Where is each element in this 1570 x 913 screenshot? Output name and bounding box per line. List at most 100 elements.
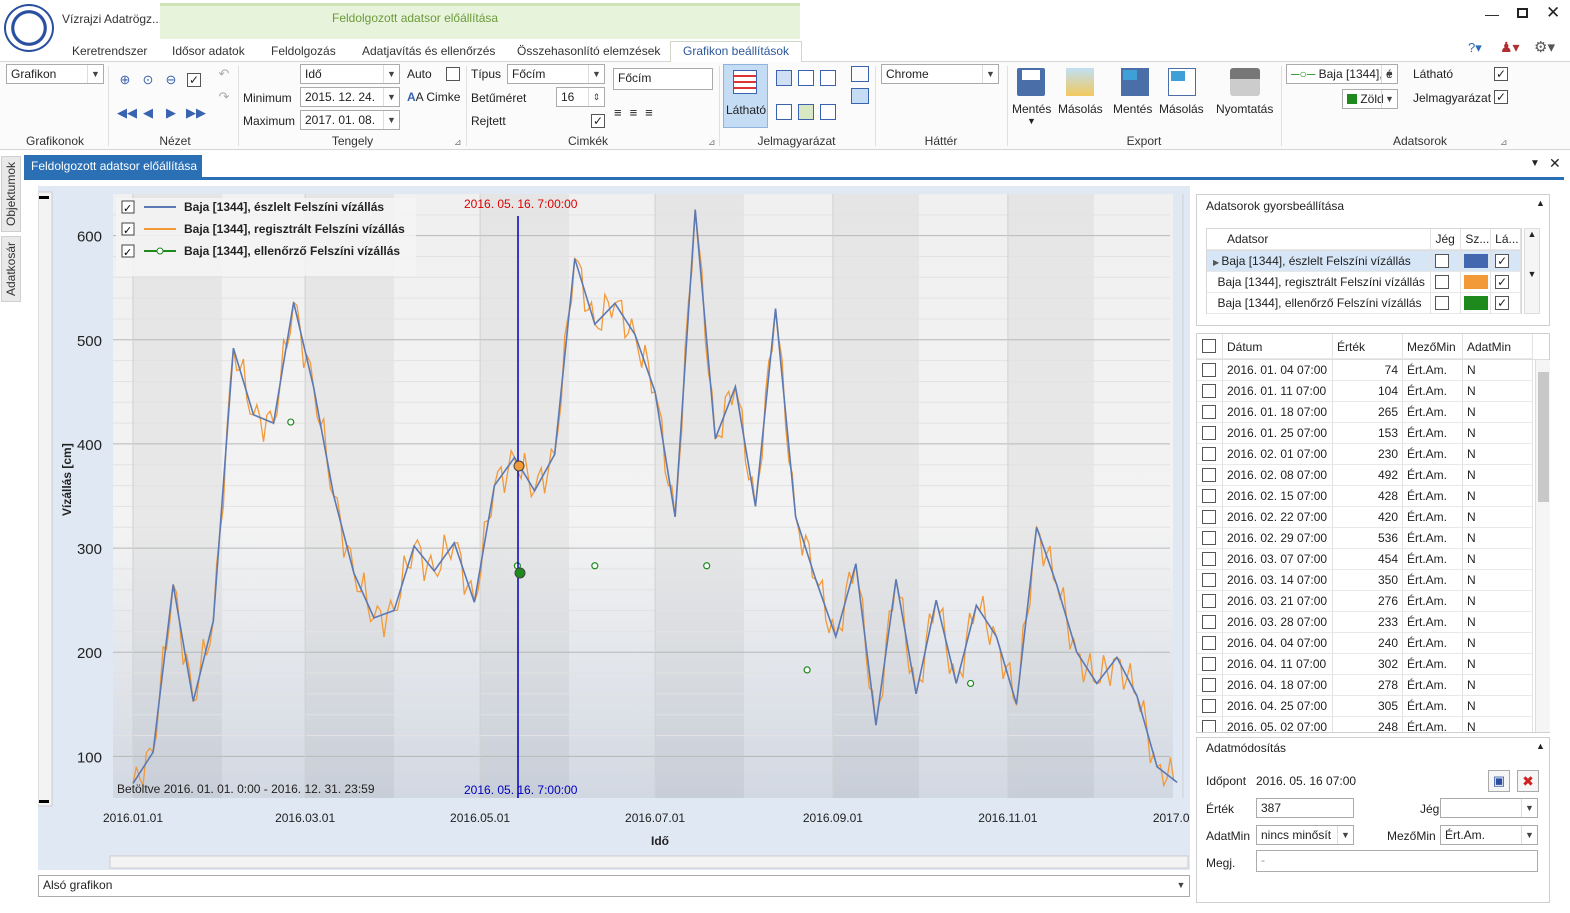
- select-all-checkbox[interactable]: [1202, 339, 1216, 353]
- row-select-cell[interactable]: [1197, 591, 1223, 612]
- ice-checkbox[interactable]: [1435, 275, 1450, 289]
- table-row[interactable]: 2016. 02. 15 07:00 428 Ért.Am. N: [1197, 486, 1549, 507]
- maximize-button[interactable]: [1517, 8, 1528, 18]
- ice-cell[interactable]: [1431, 272, 1462, 293]
- x-scrollbar[interactable]: [109, 855, 1189, 869]
- tab-close-icon[interactable]: ✕: [1549, 155, 1561, 172]
- color-cell[interactable]: [1461, 272, 1492, 293]
- dialog-launcher-icon[interactable]: ⊿: [454, 137, 462, 148]
- chart-svg[interactable]: 100 200 300 400 500 600 2016.01.01 2016.03.01 2…: [38, 186, 1190, 870]
- row-checkbox[interactable]: [1202, 384, 1216, 398]
- export-copy-button[interactable]: Másolás: [1058, 102, 1103, 116]
- export-csv-save-button[interactable]: Mentés: [1113, 102, 1152, 116]
- ice-checkbox[interactable]: [1435, 296, 1450, 310]
- next-icon[interactable]: ▶: [163, 105, 179, 121]
- cursor-point-orange[interactable]: [513, 460, 525, 472]
- export-save-button[interactable]: Mentés: [1012, 102, 1051, 116]
- ellenorzo-point[interactable]: [966, 679, 975, 688]
- legend-layout-icon-2[interactable]: [851, 88, 869, 104]
- table-row[interactable]: 2016. 02. 08 07:00 492 Ért.Am. N: [1197, 465, 1549, 486]
- table-row[interactable]: 2016. 03. 07 07:00 454 Ért.Am. N: [1197, 549, 1549, 570]
- zoom-out-icon[interactable]: ⊖: [163, 72, 179, 88]
- row-checkbox[interactable]: [1202, 594, 1216, 608]
- row-checkbox[interactable]: [1202, 636, 1216, 650]
- select-all-cell[interactable]: [1197, 334, 1223, 359]
- tab-keretrendszer[interactable]: Keretrendszer: [72, 44, 147, 64]
- undo-icon[interactable]: ↶: [216, 66, 232, 82]
- tab-idosor-adatok[interactable]: Idősor adatok: [172, 44, 245, 64]
- table-row[interactable]: 2016. 04. 18 07:00 278 Ért.Am. N: [1197, 675, 1549, 696]
- prev-icon[interactable]: ◀: [140, 105, 156, 121]
- tipus-select[interactable]: Főcím ▼: [507, 64, 605, 84]
- ellenorzo-point[interactable]: [703, 562, 711, 570]
- rejtett-checkbox[interactable]: ✓: [591, 114, 605, 128]
- dialog-launcher-icon[interactable]: ⊿: [708, 137, 716, 148]
- table-row[interactable]: 2016. 01. 18 07:00 265 Ért.Am. N: [1197, 402, 1549, 423]
- auto-checkbox[interactable]: [446, 67, 460, 81]
- series-color-select[interactable]: Zöld ▼: [1342, 89, 1398, 109]
- minimize-button[interactable]: —: [1485, 6, 1499, 22]
- series-visible-checkbox[interactable]: ✓: [1494, 67, 1508, 81]
- row-select-cell[interactable]: [1197, 549, 1223, 570]
- zoom-reset-icon[interactable]: ⊙: [140, 72, 156, 88]
- row-checkbox[interactable]: [1202, 573, 1216, 587]
- y-scrollbar[interactable]: [38, 191, 53, 807]
- row-checkbox[interactable]: [1202, 363, 1216, 377]
- row-checkbox[interactable]: [1202, 615, 1216, 629]
- row-checkbox[interactable]: [1202, 405, 1216, 419]
- row-checkbox[interactable]: [1202, 426, 1216, 440]
- row-checkbox[interactable]: [1202, 447, 1216, 461]
- row-select-cell[interactable]: [1197, 381, 1223, 402]
- row-checkbox[interactable]: [1202, 510, 1216, 524]
- row-select-cell[interactable]: [1197, 444, 1223, 465]
- nezet-checkbox[interactable]: ✓: [187, 73, 201, 87]
- row-select-cell[interactable]: [1197, 507, 1223, 528]
- ellenorzo-point[interactable]: [287, 418, 295, 426]
- chevron-down-icon[interactable]: ▼: [1027, 116, 1036, 126]
- table-row[interactable]: 2016. 01. 04 07:00 74 Ért.Am. N: [1197, 360, 1549, 381]
- last-icon[interactable]: ▶▶: [186, 105, 206, 121]
- row-select-cell[interactable]: [1197, 654, 1223, 675]
- col-adatmin[interactable]: AdatMin: [1463, 334, 1533, 359]
- row-select-cell[interactable]: [1197, 633, 1223, 654]
- help-icon[interactable]: ?▾: [1468, 40, 1482, 56]
- save-button[interactable]: ▣: [1488, 770, 1510, 792]
- row-checkbox[interactable]: [1202, 678, 1216, 692]
- table-row[interactable]: 2016. 04. 11 07:00 302 Ért.Am. N: [1197, 654, 1549, 675]
- tab-grafikon-beallitasok[interactable]: Grafikon beállítások: [670, 41, 803, 62]
- series-row[interactable]: ▶ Baja [1344], észlelt Felszíni vízállás…: [1207, 251, 1521, 272]
- table-row[interactable]: 2016. 04. 04 07:00 240 Ért.Am. N: [1197, 633, 1549, 654]
- row-select-cell[interactable]: [1197, 486, 1223, 507]
- print-button[interactable]: Nyomtatás: [1216, 102, 1273, 116]
- maximum-input[interactable]: 2017. 01. 08. ▼: [300, 110, 400, 130]
- side-tab-objektumok[interactable]: Objektumok: [1, 156, 21, 232]
- visible-checkbox[interactable]: ✓: [1495, 296, 1510, 310]
- scroll-handle-icon[interactable]: ▬: [39, 795, 49, 806]
- color-cell[interactable]: [1461, 251, 1492, 272]
- cimke-button[interactable]: AA Cimke: [407, 90, 460, 104]
- title-text-input[interactable]: Főcím: [613, 68, 713, 90]
- user-icon[interactable]: ♟▾: [1500, 39, 1520, 56]
- ellenorzo-point[interactable]: [803, 666, 811, 674]
- series-row[interactable]: Baja [1344], regisztrált Felszíni vízáll…: [1207, 272, 1521, 293]
- row-select-cell[interactable]: [1197, 528, 1223, 549]
- quick-grid-scrollbar[interactable]: ▲ ▼: [1524, 228, 1540, 314]
- visible-checkbox[interactable]: ✓: [1495, 254, 1510, 268]
- row-select-cell[interactable]: [1197, 465, 1223, 486]
- scroll-handle-icon[interactable]: ▬: [39, 191, 49, 202]
- color-cell[interactable]: [1461, 293, 1492, 314]
- col-datum[interactable]: Dátum: [1223, 334, 1333, 359]
- ertek-input[interactable]: 387: [1256, 798, 1354, 818]
- axis-type-select[interactable]: Idő ▼: [300, 64, 400, 84]
- delete-button[interactable]: ✖: [1517, 770, 1539, 792]
- visible-checkbox[interactable]: ✓: [1495, 275, 1510, 289]
- legend-layout-icon[interactable]: [851, 66, 869, 82]
- legend-position-bottom-row[interactable]: [776, 104, 852, 124]
- row-select-cell[interactable]: [1197, 402, 1223, 423]
- export-csv-copy-button[interactable]: Másolás: [1159, 102, 1204, 116]
- row-checkbox[interactable]: [1202, 552, 1216, 566]
- ice-checkbox[interactable]: [1435, 254, 1450, 268]
- visible-cell[interactable]: ✓: [1491, 251, 1521, 272]
- settings-gear-icon[interactable]: ⚙▾: [1534, 38, 1555, 56]
- col-mezomin[interactable]: MezőMin: [1403, 334, 1463, 359]
